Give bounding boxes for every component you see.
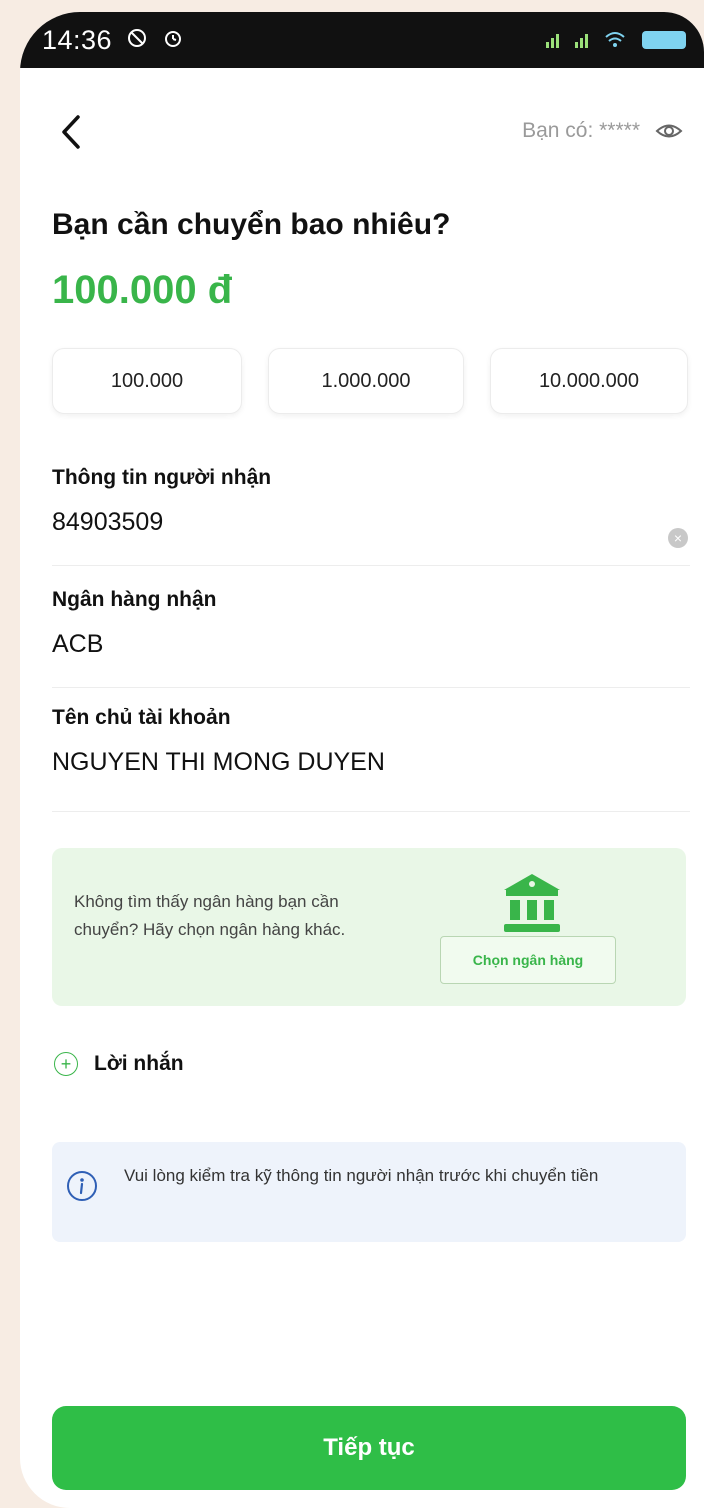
- continue-button[interactable]: Tiếp tục: [52, 1406, 686, 1490]
- do-not-disturb-icon: [126, 25, 148, 56]
- account-holder-value: NGUYEN THI MONG DUYEN: [52, 748, 385, 776]
- balance-label: Bạn có: *****: [522, 119, 640, 142]
- status-left-icons: [126, 25, 184, 56]
- chevron-left-icon: [62, 115, 80, 149]
- account-holder-field: Tên chủ tài khoản NGUYEN THI MONG DUYEN: [52, 706, 690, 812]
- recipient-info-label: Thông tin người nhận: [52, 466, 272, 489]
- choose-bank-button[interactable]: Chọn ngân hàng: [440, 936, 616, 984]
- add-note-label: Lời nhắn: [94, 1052, 184, 1075]
- status-right-icons: [546, 25, 686, 56]
- add-note-button[interactable]: + Lời nhắn: [54, 1052, 184, 1076]
- eye-icon[interactable]: [654, 116, 684, 146]
- plus-circle-icon: +: [54, 1052, 78, 1076]
- signal-icon: [575, 32, 588, 48]
- quick-amount-chips: 100.000 1.000.000 10.000.000: [52, 348, 688, 414]
- account-holder-label: Tên chủ tài khoản: [52, 706, 231, 729]
- verify-info-notice: Vui lòng kiểm tra kỹ thông tin người nhậ…: [52, 1142, 686, 1242]
- battery-icon: [642, 31, 686, 49]
- recipient-info-input[interactable]: 84903509: [52, 508, 690, 537]
- wifi-icon: [604, 25, 626, 56]
- status-time: 14:36: [42, 24, 113, 55]
- receiving-bank-value: ACB: [52, 630, 104, 658]
- close-icon: ×: [673, 530, 683, 546]
- receiving-bank-label: Ngân hàng nhận: [52, 588, 217, 611]
- bank-not-found-message: Không tìm thấy ngân hàng bạn cần chuyển?…: [74, 892, 346, 939]
- amount-question: Bạn cần chuyển bao nhiêu?: [52, 208, 451, 241]
- signal-icon: [546, 32, 559, 48]
- quick-amount-chip[interactable]: 10.000.000: [490, 348, 688, 414]
- quick-amount-chip[interactable]: 100.000: [52, 348, 242, 414]
- back-button[interactable]: [60, 108, 100, 156]
- status-bar: 14:36: [20, 12, 704, 68]
- quick-amount-chip[interactable]: 1.000.000: [268, 348, 464, 414]
- info-icon: [67, 1171, 97, 1201]
- amount-value[interactable]: 100.000 đ: [52, 268, 232, 313]
- balance-display: Bạn có: *****: [522, 116, 684, 146]
- phone-screen: 14:36 Bạn có: ***** Bạn cần chuyển bao n…: [20, 12, 704, 1508]
- clear-input-button[interactable]: ×: [668, 528, 688, 548]
- receiving-bank-field: Ngân hàng nhận ACB: [52, 588, 690, 688]
- bank-not-found-notice: Không tìm thấy ngân hàng bạn cần chuyển?…: [52, 848, 686, 1006]
- recipient-info-field[interactable]: Thông tin người nhận 84903509 ×: [52, 466, 690, 566]
- bank-icon: [504, 874, 560, 932]
- verify-info-message: Vui lòng kiểm tra kỹ thông tin người nhậ…: [124, 1166, 599, 1185]
- alarm-icon: [162, 25, 184, 56]
